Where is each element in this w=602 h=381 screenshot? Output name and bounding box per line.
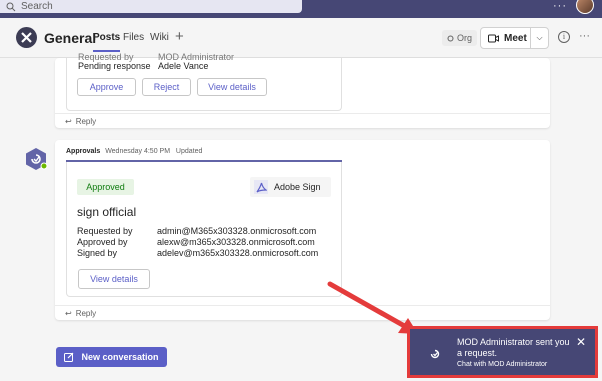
approvals-app-icon — [26, 148, 48, 170]
post-updated-label: Updated — [175, 148, 203, 155]
approval-title: sign official — [77, 205, 137, 219]
channel-more-button[interactable]: ··· — [579, 30, 590, 42]
search-placeholder: Search — [21, 1, 53, 12]
requested-by-value: admin@M365x303328.onmicrosoft.com — [157, 226, 317, 236]
app-top-bar: Search ··· — [0, 0, 602, 18]
user-avatar[interactable] — [576, 0, 594, 14]
approved-by-label: Approved by — [77, 237, 128, 247]
pending-response-label: Pending response — [78, 61, 151, 71]
tab-files[interactable]: Files — [123, 32, 144, 43]
post-time: Wednesday 4:50 PM — [105, 148, 171, 155]
status-badge: Approved — [77, 179, 134, 195]
signed-by-label: Signed by — [77, 248, 118, 258]
approvals-icon — [430, 349, 440, 359]
reply-icon: ↩ — [65, 116, 72, 126]
approved-by-value: alexw@m365x303328.onmicrosoft.com — [157, 237, 315, 247]
approved-by-row: Approved by alexw@m365x303328.onmicrosof… — [77, 237, 337, 248]
toast-subtitle[interactable]: Chat with MOD Administrator — [457, 361, 547, 368]
signed-by-row: Signed by adelev@m365x303328.onmicrosoft… — [77, 248, 337, 259]
approval-post-pending: Requested by MOD Administrator Pending r… — [55, 52, 550, 128]
compose-icon — [64, 352, 74, 362]
org-icon — [447, 35, 454, 41]
meet-button[interactable]: Meet ⌵ — [480, 27, 549, 49]
video-camera-icon — [488, 34, 499, 42]
requested-by-row: Requested by admin@M365x303328.onmicroso… — [77, 226, 337, 237]
chevron-down-icon[interactable]: ⌵ — [531, 33, 548, 43]
reply-icon: ↩ — [65, 308, 72, 318]
reply-label: Reply — [75, 116, 97, 126]
provider-name: Adobe Sign — [274, 182, 321, 192]
channel-title: General — [44, 30, 97, 46]
tab-wiki[interactable]: Wiki — [150, 32, 169, 43]
tab-posts[interactable]: Posts — [93, 32, 121, 52]
adobe-sign-icon — [254, 180, 268, 194]
post-sender: Approvals — [66, 148, 101, 155]
close-icon[interactable]: ✕ — [576, 336, 586, 348]
add-tab-button[interactable]: + — [175, 28, 184, 45]
reject-button[interactable]: Reject — [142, 78, 191, 96]
signed-by-value: adelev@m365x303328.onmicrosoft.com — [157, 248, 319, 258]
org-button[interactable]: Org — [442, 30, 478, 46]
settings-more-button[interactable]: ··· — [553, 0, 567, 12]
info-icon[interactable]: i — [558, 31, 570, 43]
org-label: Org — [457, 33, 473, 43]
view-details-button[interactable]: View details — [197, 78, 267, 96]
reply-button[interactable]: ↩ Reply — [55, 113, 550, 128]
meet-label: Meet — [504, 32, 527, 44]
notification-toast[interactable]: MOD Administrator sent you a request. Ch… — [410, 329, 595, 375]
new-conversation-label: New conversation — [81, 352, 159, 362]
requested-by-label: Requested by — [77, 226, 133, 236]
approval-post-approved: Approvals Wednesday 4:50 PM Updated Appr… — [55, 140, 550, 320]
approval-card-pending: Requested by MOD Administrator Pending r… — [66, 52, 342, 111]
post-meta: Approvals Wednesday 4:50 PM Updated — [66, 148, 202, 155]
team-icon — [16, 27, 37, 48]
pending-response-row: Pending response Adele Vance — [78, 61, 338, 72]
approve-button[interactable]: Approve — [77, 78, 136, 96]
search-box[interactable]: Search — [0, 0, 302, 13]
approval-card-approved: Approved Adobe Sign sign official Reques… — [66, 162, 342, 297]
reply-button[interactable]: ↩ Reply — [55, 305, 550, 320]
reply-label: Reply — [75, 308, 97, 318]
provider-chip: Adobe Sign — [250, 177, 331, 197]
search-icon — [6, 2, 16, 11]
meet-now-button[interactable]: Meet — [481, 28, 531, 48]
view-details-button[interactable]: View details — [78, 269, 150, 289]
new-conversation-button[interactable]: New conversation — [56, 347, 167, 367]
team-logo-icon — [21, 32, 32, 43]
toast-title: MOD Administrator sent you a request. — [457, 337, 570, 358]
pending-response-value: Adele Vance — [158, 61, 209, 71]
